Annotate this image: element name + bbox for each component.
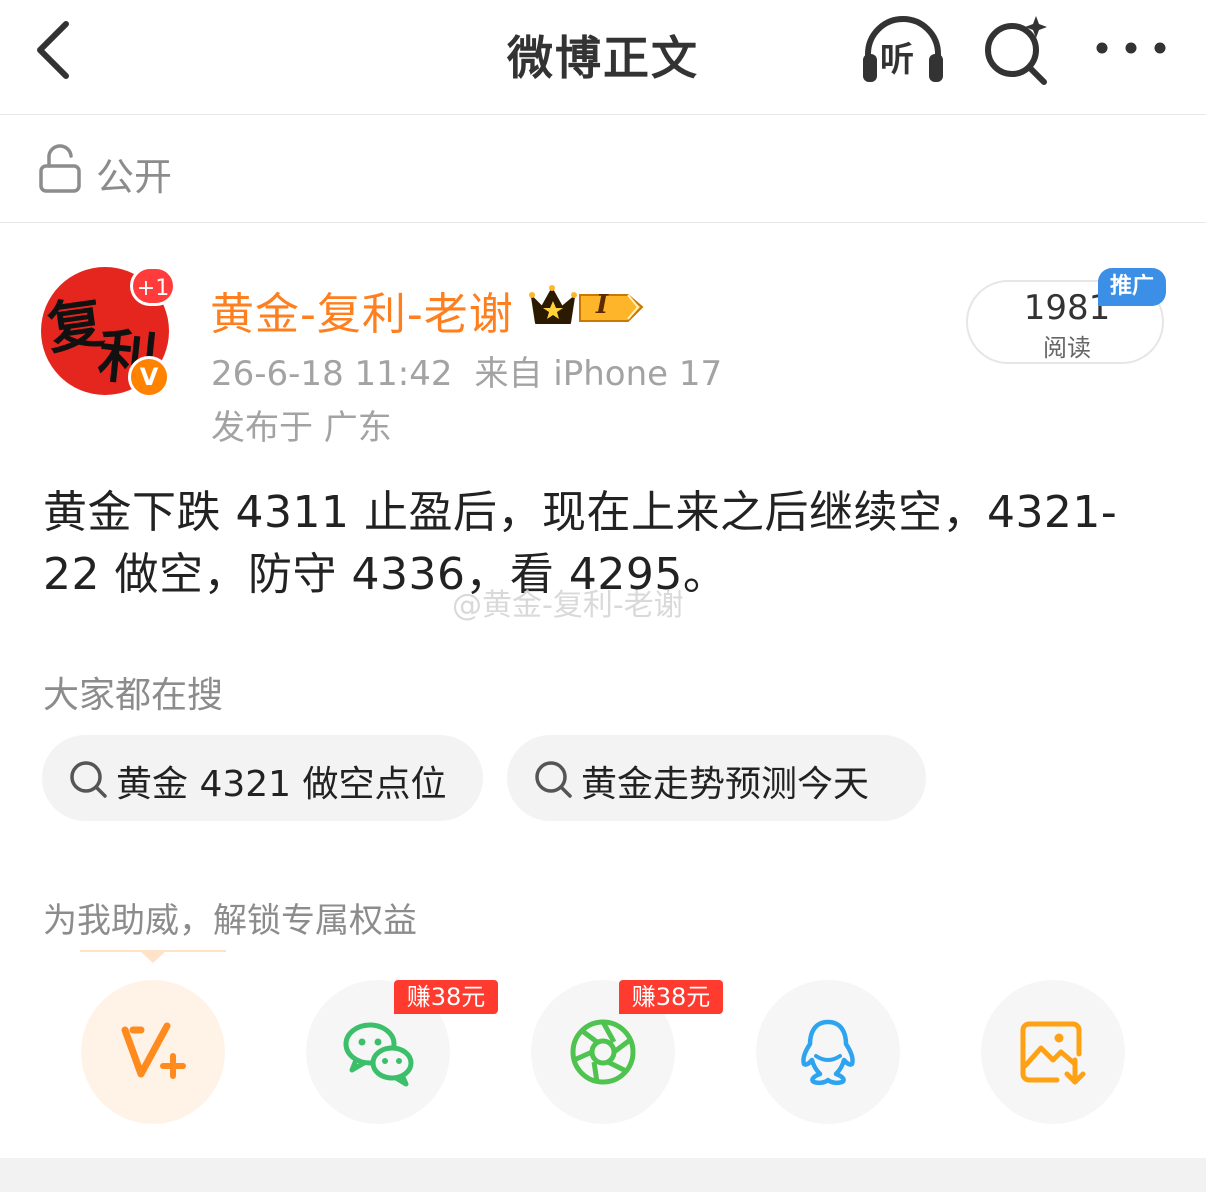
share-qq-button[interactable] [756, 980, 900, 1124]
listen-label: 听 [880, 40, 914, 80]
search-icon [70, 761, 107, 798]
read-label: 阅读 [1043, 334, 1091, 362]
moments-icon [570, 1019, 636, 1085]
ai-search-icon [985, 16, 1047, 85]
verified-badge: V [128, 356, 170, 398]
weibo-post-screen: 微博正文 听 公开 复 利 +1 V 黄金-复利-老谢 I 26-6-18 11… [0, 0, 1206, 1192]
vip-level-label: I [596, 290, 609, 320]
image-watermark: @黄金-复利-老谢 [452, 588, 684, 623]
search-button[interactable] [980, 14, 1052, 86]
save-image-button[interactable] [981, 980, 1125, 1124]
trending-search-chip[interactable]: 黄金走势预测今天 [507, 735, 926, 821]
post-source[interactable]: 来自 iPhone 17 [475, 354, 723, 394]
qq-icon [801, 1019, 855, 1086]
visibility-label: 公开 [96, 155, 173, 199]
search-icon [535, 761, 572, 798]
chip-label: 黄金走势预测今天 [581, 764, 870, 805]
bottom-divider [0, 1158, 1206, 1192]
wechat-icon [343, 1022, 414, 1087]
more-button[interactable] [1094, 30, 1168, 66]
more-dots-icon [1096, 42, 1166, 54]
selected-caret [140, 951, 166, 963]
post-location: 发布于 广东 [211, 408, 392, 448]
listen-button[interactable]: 听 [858, 14, 948, 84]
top-navigation-bar: 微博正文 听 [0, 0, 1206, 115]
promote-badge[interactable]: 推广 [1098, 268, 1166, 306]
earn-reward-tag: 赚38元 [394, 980, 498, 1014]
vip-support-button[interactable] [81, 980, 225, 1124]
save-image-icon [1020, 1021, 1086, 1085]
post-time: 26-6-18 11:42 [211, 354, 453, 394]
unlock-icon [39, 144, 81, 193]
trending-search-chip[interactable]: 黄金 4321 做空点位 [42, 735, 483, 821]
support-title: 为我助威，解锁专属权益 [43, 901, 417, 941]
post-meta: 26-6-18 11:42 来自 iPhone 17 [211, 346, 722, 395]
crown-icon [529, 285, 644, 324]
v-plus-icon [121, 1022, 186, 1079]
vip-crown-badge[interactable]: I [528, 283, 648, 329]
chip-label: 黄金 4321 做空点位 [116, 764, 447, 805]
author-name[interactable]: 黄金-复利-老谢 [210, 278, 514, 342]
follow-count-badge: +1 [130, 266, 176, 306]
trending-title: 大家都在搜 [43, 675, 224, 716]
earn-reward-tag: 赚38元 [619, 980, 723, 1014]
visibility-row [0, 116, 1206, 223]
